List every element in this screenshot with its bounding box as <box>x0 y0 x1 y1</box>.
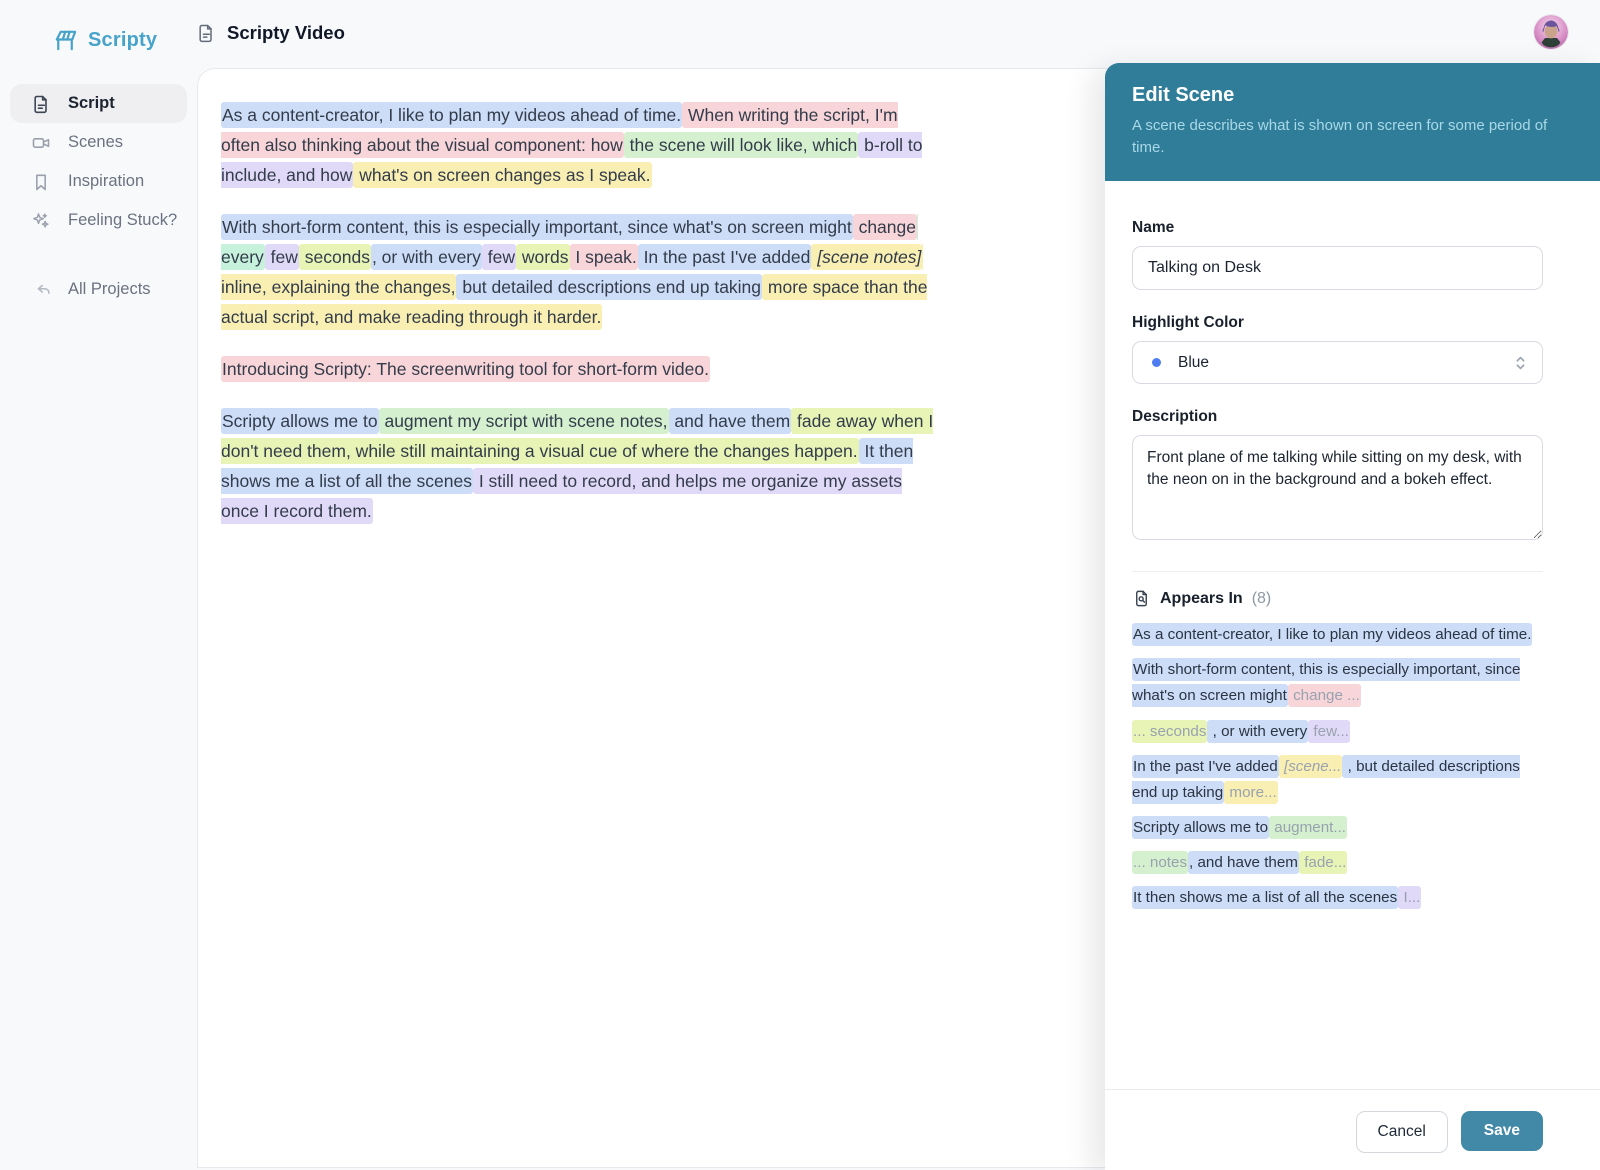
scene-highlight-pink[interactable]: I speak. <box>570 244 638 270</box>
edit-scene-header: Edit Scene A scene describes what is sho… <box>1105 63 1600 181</box>
panel-footer: Cancel Save <box>1105 1089 1600 1170</box>
scene-highlight-pink[interactable]: Introducing Scripty: The screenwriting t… <box>221 356 710 382</box>
sidebar-item-label: All Projects <box>68 280 151 299</box>
scene-highlight-blue[interactable]: , or with every <box>371 244 482 270</box>
sidebar-item-label: Inspiration <box>68 172 144 191</box>
save-button[interactable]: Save <box>1461 1111 1543 1151</box>
appears-in-item[interactable]: With short-form content, this is especia… <box>1132 657 1543 709</box>
scene-description-textarea[interactable]: Front plane of me talking while sitting … <box>1132 435 1543 540</box>
cancel-button[interactable]: Cancel <box>1356 1111 1448 1153</box>
scene-highlight-blue[interactable]: With short-form content, this is especia… <box>221 214 853 240</box>
sidebar-item-label: Scenes <box>68 133 123 152</box>
scene-highlight-green[interactable]: augment my script with scene notes, <box>379 408 669 434</box>
scene-highlight-blue[interactable]: As a content-creator, I like to plan my … <box>1132 623 1532 646</box>
sparkles-icon <box>31 211 51 231</box>
scene-highlight-blue[interactable]: and have them <box>669 408 792 434</box>
scene-highlight-pink[interactable]: change ... <box>1288 684 1361 707</box>
scene-name-input[interactable] <box>1132 246 1543 290</box>
appears-in-item[interactable]: ... seconds , or with every few... <box>1132 719 1543 745</box>
script-paragraph[interactable]: Scripty allows me to augment my script w… <box>221 406 935 526</box>
breadcrumb: Scripty Video <box>196 22 345 44</box>
script-editor[interactable]: As a content-creator, I like to plan my … <box>221 100 935 526</box>
scene-highlight-blue[interactable]: Scripty allows me to <box>221 408 379 434</box>
avatar[interactable] <box>1534 15 1568 49</box>
sidebar-item-scenes[interactable]: Scenes <box>10 123 187 162</box>
app-name: Scripty <box>88 29 157 52</box>
description-label: Description <box>1132 408 1543 426</box>
sidebar-item-all-projects[interactable]: All Projects <box>10 270 187 309</box>
scene-highlight-blue[interactable]: In the past I've added <box>1132 755 1279 778</box>
scene-highlight-blue[interactable]: , or with every <box>1207 720 1308 743</box>
scene-highlight-lime[interactable]: ... seconds <box>1132 720 1207 743</box>
app-logo[interactable]: Scripty <box>52 27 157 54</box>
scene-highlight-blue[interactable]: but detailed descriptions end up taking <box>456 274 762 300</box>
script-paragraph[interactable]: As a content-creator, I like to plan my … <box>221 100 935 190</box>
sidebar-item-script[interactable]: Script <box>10 84 187 123</box>
bookmark-icon <box>31 172 51 192</box>
name-label: Name <box>1132 219 1543 237</box>
appears-in-item[interactable]: Scripty allows me to augment... <box>1132 815 1543 841</box>
section-divider <box>1132 571 1543 572</box>
document-icon <box>196 23 216 43</box>
appears-in-item[interactable]: As a content-creator, I like to plan my … <box>1132 622 1543 648</box>
scene-highlight-yellow[interactable]: [scene... <box>1279 755 1343 778</box>
sidebar-item-feeling-stuck[interactable]: Feeling Stuck? <box>10 201 187 240</box>
edit-scene-panel: Edit Scene A scene describes what is sho… <box>1105 63 1600 1170</box>
panel-title: Edit Scene <box>1132 84 1560 107</box>
scene-highlight-lime[interactable]: fade... <box>1299 851 1347 874</box>
appears-in-item[interactable]: It then shows me a list of all the scene… <box>1132 885 1543 911</box>
highlight-color-label: Highlight Color <box>1132 314 1543 332</box>
color-dot <box>1152 358 1161 367</box>
scene-highlight-green[interactable]: ... notes <box>1132 851 1188 874</box>
video-camera-icon <box>31 133 51 153</box>
document-icon <box>31 94 51 114</box>
scene-highlight-blue[interactable]: In the past I've added <box>638 244 812 270</box>
scene-highlight-lavender[interactable]: few... <box>1308 720 1350 743</box>
highlight-color-select[interactable]: Blue <box>1132 341 1543 384</box>
scene-highlight-lavender[interactable]: I... <box>1398 886 1421 909</box>
appears-in-count: (8) <box>1252 590 1272 608</box>
appears-in-item[interactable]: ... notes, and have them fade... <box>1132 850 1543 876</box>
scene-highlight-lavender[interactable]: few <box>482 244 516 270</box>
appears-in-list: As a content-creator, I like to plan my … <box>1132 622 1543 911</box>
script-paragraph[interactable]: With short-form content, this is especia… <box>221 212 935 332</box>
sidebar-nav: Script Scenes Inspiration Feeling Stuck? <box>10 84 187 240</box>
marquee-logo-icon <box>52 27 79 54</box>
scene-highlight-yellow[interactable]: [scene notes] <box>811 244 922 270</box>
scene-highlight-pink[interactable]: change <box>853 214 917 240</box>
scene-highlight-green[interactable]: augment... <box>1269 816 1347 839</box>
sidebar-item-label: Feeling Stuck? <box>68 211 177 230</box>
scene-highlight-blue[interactable]: , and have them <box>1188 851 1299 874</box>
scene-highlight-blue[interactable]: As a content-creator, I like to plan my … <box>221 102 682 128</box>
chevron-up-down-icon <box>1513 354 1528 372</box>
scene-highlight-blue[interactable]: It then shows me a list of all the scene… <box>1132 886 1398 909</box>
scene-highlight-lime[interactable]: words <box>516 244 570 270</box>
appears-in-item[interactable]: In the past I've added [scene... , but d… <box>1132 754 1543 806</box>
script-paragraph[interactable]: Introducing Scripty: The screenwriting t… <box>221 354 935 384</box>
scene-highlight-yellow[interactable]: more... <box>1224 781 1277 804</box>
scene-highlight-yellow[interactable]: what's on screen changes as I speak. <box>353 162 651 188</box>
highlight-color-value: Blue <box>1178 354 1513 372</box>
sidebar-item-label: Script <box>68 94 115 113</box>
page-title: Scripty Video <box>227 22 345 44</box>
panel-subtitle: A scene describes what is shown on scree… <box>1132 115 1560 159</box>
document-search-icon <box>1132 589 1151 608</box>
scene-highlight-lavender[interactable]: few <box>265 244 299 270</box>
scene-highlight-green[interactable]: the scene will look like, which <box>624 132 858 158</box>
scene-highlight-blue[interactable]: Scripty allows me to <box>1132 816 1269 839</box>
appears-in-label: Appears In <box>1160 590 1243 608</box>
back-arrow-icon <box>31 280 51 300</box>
sidebar-item-inspiration[interactable]: Inspiration <box>10 162 187 201</box>
scene-highlight-lime[interactable]: seconds <box>299 244 371 270</box>
